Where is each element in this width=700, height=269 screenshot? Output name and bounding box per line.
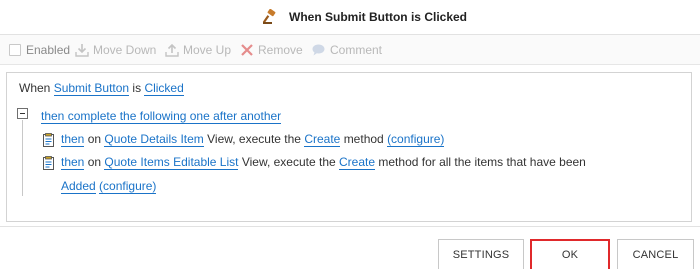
step1-middle-text: View, execute the: [207, 132, 301, 146]
move-up-button[interactable]: Move Up: [165, 42, 231, 58]
settings-button[interactable]: SETTINGS: [438, 239, 524, 269]
dialog-title: When Submit Button is Clicked: [289, 10, 468, 24]
dialog-footer: SETTINGS OK CANCEL: [0, 226, 700, 269]
collapse-toggle[interactable]: [17, 108, 28, 119]
enabled-label: Enabled: [26, 43, 71, 57]
move-down-label: Move Down: [93, 43, 157, 57]
action-step-icon: [43, 133, 55, 147]
step1-view-link[interactable]: Quote Details Item: [104, 132, 204, 147]
is-text: is: [132, 81, 142, 95]
move-down-button[interactable]: Move Down: [75, 42, 156, 58]
move-down-icon: [75, 44, 89, 57]
remove-label: Remove: [258, 43, 303, 57]
step2-middle-text: View, execute the: [241, 155, 336, 169]
group-link[interactable]: then complete the following one after an…: [41, 109, 282, 124]
dialog-titlebar: When Submit Button is Clicked: [0, 0, 700, 35]
step1-method-link[interactable]: Create: [304, 132, 341, 147]
event-link[interactable]: Clicked: [144, 81, 184, 96]
when-line: When Submit Button is Clicked: [19, 81, 184, 96]
remove-icon: [241, 44, 253, 56]
step2-configure-link[interactable]: (configure): [99, 179, 157, 194]
step1-configure-link[interactable]: (configure): [387, 132, 445, 147]
enabled-toggle[interactable]: Enabled: [9, 42, 70, 58]
rule-toolbar: Enabled Move Down Move Up Remove Comment: [0, 35, 700, 65]
gavel-icon: [262, 8, 278, 25]
step1-method-word: method: [343, 132, 384, 146]
subject-link[interactable]: Submit Button: [53, 81, 130, 96]
step1-then-link[interactable]: then: [61, 132, 85, 147]
step2-line: then on Quote Items Editable List View, …: [61, 155, 586, 170]
step2-on-text: on: [87, 155, 102, 169]
ok-button[interactable]: OK: [530, 239, 610, 269]
step2-line-continued: Added (configure): [61, 179, 157, 194]
step2-tail-text: method for all the items that have been: [378, 155, 586, 169]
enabled-checkbox[interactable]: [9, 44, 21, 56]
move-up-icon: [165, 43, 179, 57]
tree-connector: [22, 120, 23, 196]
step2-method-link[interactable]: Create: [339, 155, 376, 170]
step1-line: then on Quote Details Item View, execute…: [61, 132, 445, 147]
comment-label: Comment: [330, 43, 383, 57]
step2-then-link[interactable]: then: [61, 155, 85, 170]
step1-on-text: on: [87, 132, 102, 146]
when-prefix: When: [19, 81, 51, 95]
step2-added-link[interactable]: Added: [61, 179, 96, 194]
comment-button[interactable]: Comment: [311, 42, 382, 58]
action-step-icon: [43, 156, 55, 170]
move-up-label: Move Up: [183, 43, 232, 57]
step2-view-link[interactable]: Quote Items Editable List: [104, 155, 239, 170]
group-line: then complete the following one after an…: [41, 109, 282, 124]
comment-icon: [312, 44, 325, 56]
remove-button[interactable]: Remove: [240, 42, 303, 58]
cancel-button[interactable]: CANCEL: [617, 239, 694, 269]
